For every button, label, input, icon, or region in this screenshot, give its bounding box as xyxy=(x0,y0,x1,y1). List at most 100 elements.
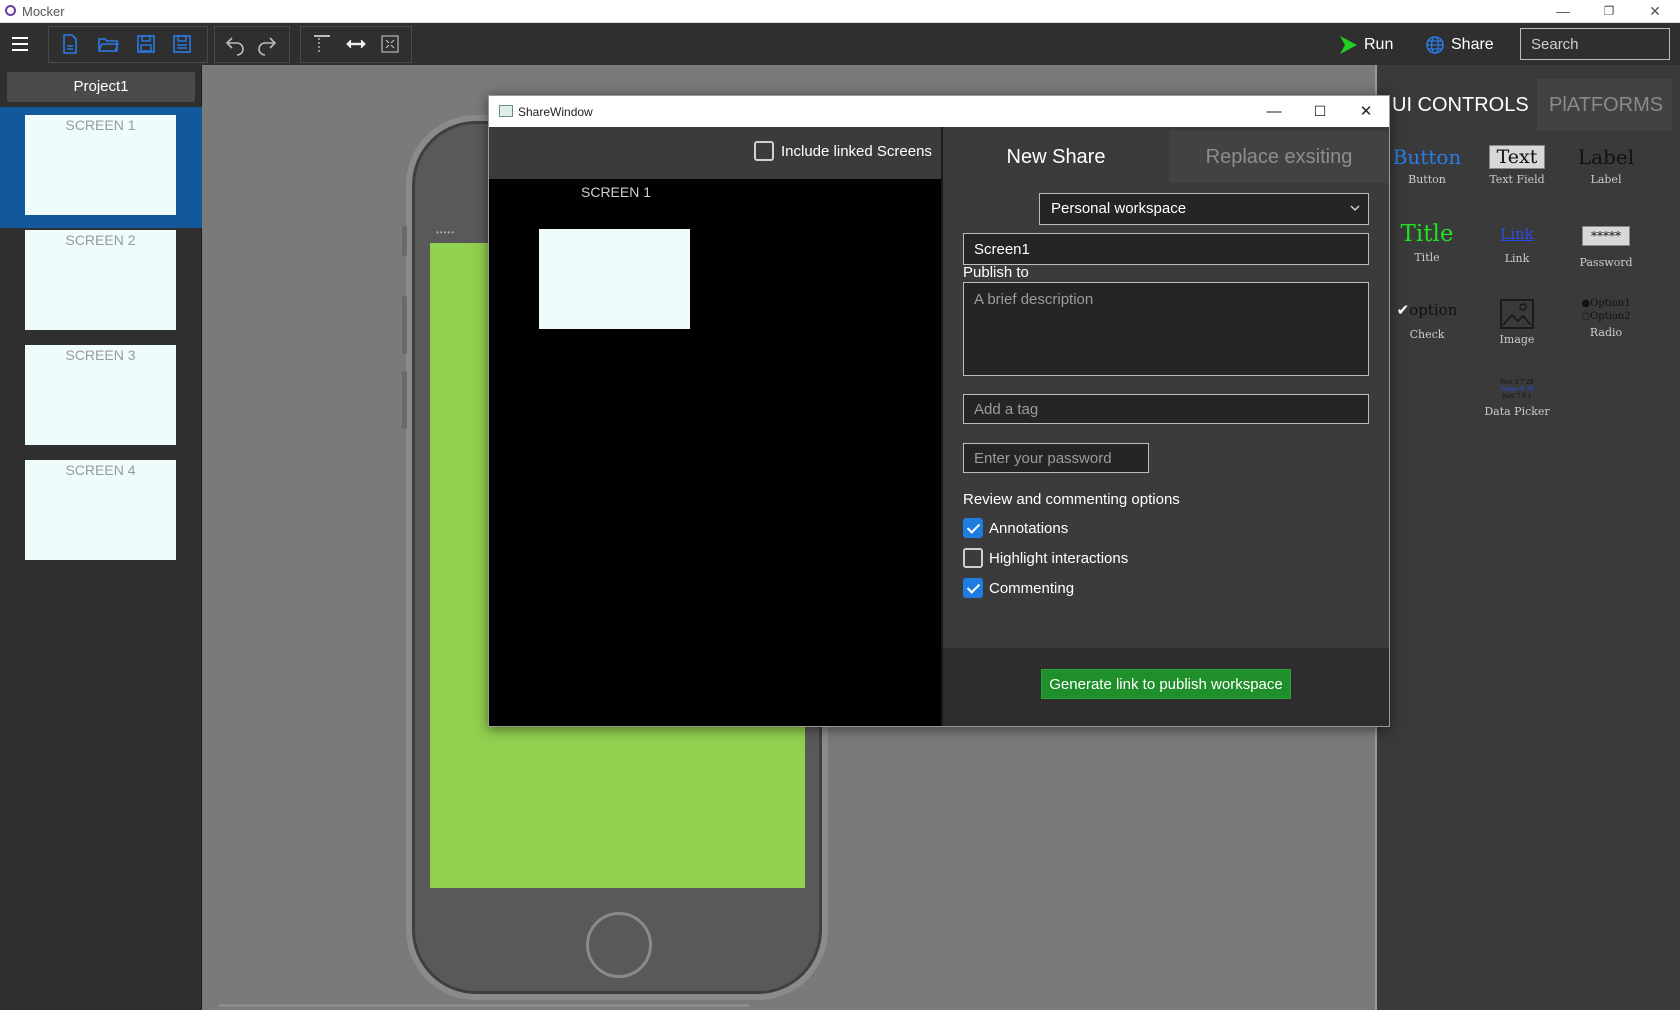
align-horizontal-icon[interactable] xyxy=(344,32,368,56)
control-preview: ●Option1 ○Option2 xyxy=(1561,297,1651,323)
save-as-icon[interactable] xyxy=(170,32,194,56)
control-preview: Nov 3 7 29 Today 8 30 Nov 7 9 1 xyxy=(1472,379,1562,400)
control-preview: Button xyxy=(1392,145,1462,169)
control-check[interactable]: ✔option Check xyxy=(1382,301,1472,341)
control-caption: Label xyxy=(1590,173,1622,186)
publish-to-select[interactable]: Personal workspace xyxy=(1039,193,1369,225)
screen-item-2[interactable]: SCREEN 2 xyxy=(0,222,202,343)
tab-ui-controls[interactable]: UI CONTROLS xyxy=(1392,79,1529,131)
control-text-field[interactable]: Text Text Field xyxy=(1472,145,1562,186)
annotations-checkbox[interactable] xyxy=(963,518,983,538)
control-preview-text: option xyxy=(1409,301,1458,319)
control-preview: Text xyxy=(1488,145,1546,169)
menu-icon[interactable] xyxy=(8,32,32,56)
app-title: Mocker xyxy=(22,4,65,19)
share-name-field[interactable] xyxy=(963,233,1369,265)
tab-replace-existing[interactable]: Replace exsiting xyxy=(1169,131,1389,183)
app-title-bar: Mocker — ❐ ✕ xyxy=(0,0,1680,23)
save-icon[interactable] xyxy=(134,32,158,56)
publish-to-label: Publish to xyxy=(963,264,1029,281)
control-caption: Password xyxy=(1579,256,1633,269)
screen-thumbnail: SCREEN 2 xyxy=(25,230,176,330)
align-top-icon[interactable] xyxy=(310,32,334,56)
picker-row: Nov 7 9 1 xyxy=(1502,393,1532,400)
restore-button[interactable]: ❐ xyxy=(1586,0,1632,23)
horizontal-scrollbar[interactable] xyxy=(219,1004,749,1007)
image-icon xyxy=(1500,299,1534,329)
close-button[interactable]: ✕ xyxy=(1632,0,1678,23)
control-image[interactable]: Image xyxy=(1472,299,1562,346)
run-button[interactable]: Run xyxy=(1338,33,1393,57)
open-folder-icon[interactable] xyxy=(96,32,120,56)
search-input[interactable] xyxy=(1520,28,1670,60)
annotations-label: Annotations xyxy=(989,520,1069,537)
phone-side-button xyxy=(402,296,407,354)
share-form: Publish to Personal workspace Review and… xyxy=(943,183,1389,648)
picker-row: Today 8 30 xyxy=(1500,386,1534,393)
phone-status-dots: ••••• xyxy=(436,228,456,237)
generate-link-button[interactable]: Generate link to publish workspace xyxy=(1041,669,1291,699)
new-file-icon[interactable] xyxy=(58,32,82,56)
control-caption: Link xyxy=(1504,252,1530,265)
password-field[interactable] xyxy=(963,443,1149,473)
tag-field[interactable] xyxy=(963,394,1369,424)
tab-new-share[interactable]: New Share xyxy=(943,131,1169,183)
control-preview: ***** xyxy=(1582,226,1630,246)
include-linked-checkbox[interactable] xyxy=(754,141,774,161)
screen-item-1[interactable]: SCREEN 1 xyxy=(0,107,202,228)
run-label: Run xyxy=(1364,36,1394,53)
main-toolbar: Run Share xyxy=(0,23,1680,65)
phone-side-button xyxy=(402,371,407,429)
redo-icon[interactable] xyxy=(255,32,279,56)
screen-thumbnail: SCREEN 1 xyxy=(25,115,176,215)
control-caption: Check xyxy=(1409,328,1445,341)
fit-screen-icon[interactable] xyxy=(378,32,402,56)
share-window-title: ShareWindow xyxy=(518,105,593,119)
control-link[interactable]: Link Link xyxy=(1472,225,1562,265)
dialog-close-button[interactable]: ✕ xyxy=(1343,96,1389,127)
preview-header: Include linked Screens xyxy=(489,127,941,179)
control-caption: Title xyxy=(1414,251,1440,264)
share-label: Share xyxy=(1451,36,1494,53)
preview-screen-thumbnail xyxy=(539,229,690,329)
control-label[interactable]: Label Label xyxy=(1561,145,1651,186)
share-footer: Generate link to publish workspace xyxy=(943,648,1389,726)
dialog-minimize-button[interactable]: — xyxy=(1251,96,1297,127)
app-logo-icon xyxy=(5,5,16,16)
share-form-panel: New Share Replace exsiting Publish to Pe… xyxy=(941,127,1389,726)
home-button-icon xyxy=(586,912,652,978)
review-options-heading: Review and commenting options xyxy=(963,491,1180,508)
control-button[interactable]: Button Button xyxy=(1382,145,1472,186)
play-icon xyxy=(1340,36,1357,54)
control-radio[interactable]: ●Option1 ○Option2 Radio xyxy=(1561,297,1651,339)
control-preview: Title xyxy=(1400,221,1454,247)
window-icon xyxy=(499,105,513,117)
checkmark-icon: ✔ xyxy=(1396,301,1410,319)
highlight-interactions-checkbox[interactable] xyxy=(963,548,983,568)
control-title[interactable]: Title Title xyxy=(1382,221,1472,264)
undo-icon[interactable] xyxy=(223,32,247,56)
control-data-picker[interactable]: Nov 3 7 29 Today 8 30 Nov 7 9 1 Data Pic… xyxy=(1472,379,1562,418)
phone-side-button xyxy=(402,226,407,256)
minimize-button[interactable]: — xyxy=(1540,0,1586,23)
control-caption: Data Picker xyxy=(1484,405,1550,418)
tab-platforms[interactable]: PlATFORMS xyxy=(1537,79,1672,131)
share-button[interactable]: Share xyxy=(1425,33,1494,57)
dialog-maximize-button[interactable]: ☐ xyxy=(1297,96,1343,127)
screen-preview: SCREEN 1 xyxy=(489,179,941,726)
globe-icon xyxy=(1426,36,1444,54)
project-tab[interactable]: Project1 xyxy=(7,72,195,102)
picker-row: Nov 3 7 29 xyxy=(1500,379,1534,386)
publish-to-value: Personal workspace xyxy=(1051,200,1187,217)
screen-item-3[interactable]: SCREEN 3 xyxy=(0,337,202,458)
highlight-interactions-label: Highlight interactions xyxy=(989,550,1129,567)
screen-item-4[interactable]: SCREEN 4 xyxy=(0,452,202,573)
description-field[interactable] xyxy=(963,282,1369,376)
control-preview: Label xyxy=(1577,145,1635,169)
control-caption: Text Field xyxy=(1489,173,1545,186)
controls-panel: UI CONTROLS PlATFORMS Button Button Text… xyxy=(1375,65,1680,1010)
commenting-label: Commenting xyxy=(989,580,1075,597)
control-password[interactable]: ***** Password xyxy=(1561,225,1651,269)
preview-screen-label: SCREEN 1 xyxy=(581,184,652,200)
commenting-checkbox[interactable] xyxy=(963,578,983,598)
